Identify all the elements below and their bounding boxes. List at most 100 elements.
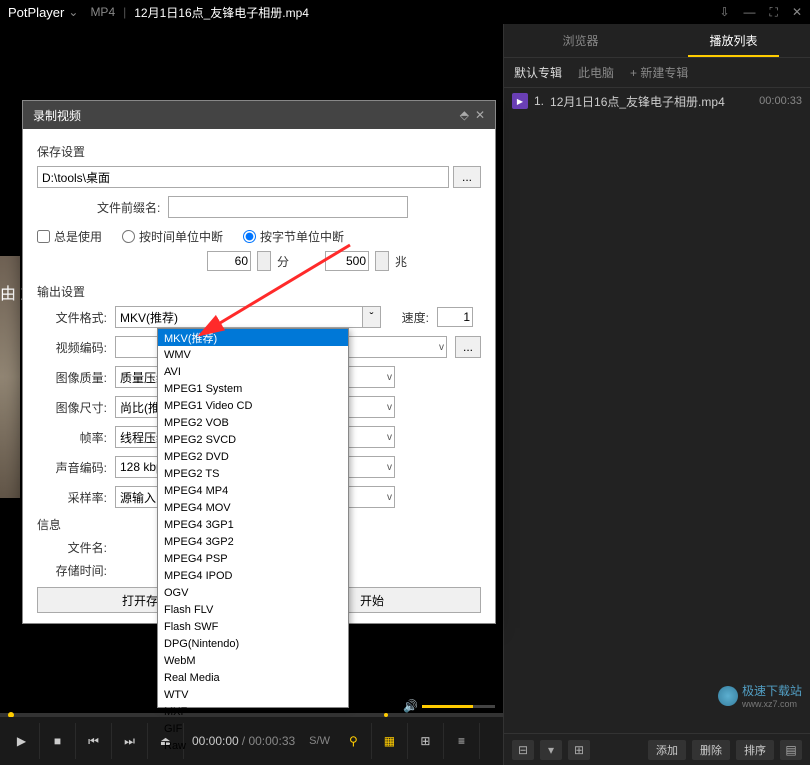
- speed-input[interactable]: [437, 307, 473, 327]
- output-section-label: 输出设置: [37, 283, 481, 300]
- format-option[interactable]: Real Media: [158, 669, 348, 686]
- path-input[interactable]: [37, 166, 449, 188]
- prefix-label: 文件前缀名:: [97, 199, 160, 216]
- byte-spinner[interactable]: [375, 251, 389, 271]
- divider: |: [123, 5, 126, 19]
- settings-button[interactable]: ⊞: [408, 723, 444, 759]
- fps-label: 帧率:: [37, 429, 107, 446]
- subtab-default[interactable]: 默认专辑: [514, 64, 562, 81]
- prev-button[interactable]: ⏮: [76, 723, 112, 759]
- format-option[interactable]: MXF: [158, 703, 348, 720]
- format-option[interactable]: MPEG4 3GP2: [158, 533, 348, 550]
- format-option[interactable]: MPEG2 VOB: [158, 414, 348, 431]
- time-unit: 分: [277, 253, 289, 270]
- format-option[interactable]: WTV: [158, 686, 348, 703]
- volume-bar: 🔊: [403, 697, 503, 715]
- format-option[interactable]: OGV: [158, 584, 348, 601]
- break-time-radio[interactable]: 按时间单位中断: [122, 228, 223, 245]
- format-option[interactable]: MPEG4 MP4: [158, 482, 348, 499]
- item-name: 12月1日16点_友锋电子相册.mp4: [550, 93, 725, 110]
- tab-playlist[interactable]: 播放列表: [657, 24, 810, 57]
- format-option[interactable]: MPEG2 SVCD: [158, 431, 348, 448]
- playlist-toolbar: ⊟ ▾ ⊞ 添加 删除 排序 ▤: [504, 733, 810, 765]
- close-icon[interactable]: ✕: [792, 5, 802, 20]
- stop-button[interactable]: ■: [40, 723, 76, 759]
- size-label: 图像尺寸:: [37, 399, 107, 416]
- item-num: 1.: [534, 94, 544, 108]
- dialog-title: 录制视频: [33, 107, 81, 124]
- app-name[interactable]: PotPlayer: [8, 5, 64, 20]
- format-option[interactable]: MPEG4 IPOD: [158, 567, 348, 584]
- format-badge: MP4: [90, 5, 115, 19]
- time-spinner[interactable]: [257, 251, 271, 271]
- fname-label: 文件名:: [37, 539, 107, 556]
- playlist-item[interactable]: ▶ 1. 12月1日16点_友锋电子相册.mp4 00:00:33: [504, 88, 810, 114]
- dialog-close-icon[interactable]: ✕: [475, 108, 485, 122]
- pl-btn-1[interactable]: ⊟: [512, 740, 534, 760]
- side-tabs: 浏览器 播放列表: [504, 24, 810, 58]
- pl-btn-3[interactable]: ⊞: [568, 740, 590, 760]
- side-panel: 浏览器 播放列表 默认专辑 此电脑 + 新建专辑 ▶ 1. 12月1日16点_友…: [503, 24, 810, 765]
- format-label: 文件格式:: [37, 309, 107, 326]
- format-option[interactable]: MKV(推荐): [158, 329, 348, 346]
- pin-icon[interactable]: ⇩: [719, 5, 729, 20]
- subtab-add[interactable]: + 新建专辑: [630, 64, 688, 81]
- format-option[interactable]: MPEG1 Video CD: [158, 397, 348, 414]
- venc-more[interactable]: ...: [455, 336, 481, 358]
- prefix-input[interactable]: [168, 196, 408, 218]
- format-option[interactable]: DPG(Nintendo): [158, 635, 348, 652]
- watermark-logo: [718, 686, 738, 706]
- next-button[interactable]: ⏭: [112, 723, 148, 759]
- rate-label: 采样率:: [37, 489, 107, 506]
- format-option[interactable]: MPEG2 TS: [158, 465, 348, 482]
- format-option[interactable]: GIF: [158, 720, 348, 737]
- file-title: 12月1日16点_友锋电子相册.mp4: [134, 4, 309, 21]
- format-dropdown[interactable]: MKV(推荐)WMVAVIMPEG1 SystemMPEG1 Video CDM…: [157, 328, 349, 708]
- maximize-icon[interactable]: ⛶: [770, 5, 778, 20]
- subtab-thispc[interactable]: 此电脑: [578, 64, 614, 81]
- minimize-icon[interactable]: —: [744, 5, 756, 20]
- titlebar: PotPlayer ⌄ MP4 | 12月1日16点_友锋电子相册.mp4 ⇩ …: [0, 0, 810, 24]
- list-button[interactable]: ▦: [372, 723, 408, 759]
- format-option[interactable]: MPEG1 System: [158, 380, 348, 397]
- format-option[interactable]: Flash FLV: [158, 601, 348, 618]
- browse-button[interactable]: ...: [453, 166, 481, 188]
- always-checkbox[interactable]: 总是使用: [37, 228, 102, 245]
- volume-track[interactable]: [422, 705, 495, 708]
- pl-add[interactable]: 添加: [648, 740, 686, 760]
- dialog-titlebar[interactable]: 录制视频 ⬘ ✕: [23, 101, 495, 129]
- format-option[interactable]: MPEG4 PSP: [158, 550, 348, 567]
- menu-button[interactable]: ≡: [444, 723, 480, 759]
- pl-btn-2[interactable]: ▾: [540, 740, 562, 760]
- watermark-name: 极速下载站: [742, 682, 802, 699]
- format-option[interactable]: WebM: [158, 652, 348, 669]
- pl-sort[interactable]: 排序: [736, 740, 774, 760]
- format-option[interactable]: AVI: [158, 363, 348, 380]
- pl-delete[interactable]: 删除: [692, 740, 730, 760]
- play-button[interactable]: ▶: [4, 723, 40, 759]
- format-option[interactable]: Flash SWF: [158, 618, 348, 635]
- media-icon: ▶: [512, 93, 528, 109]
- speed-label: 速度:: [389, 309, 429, 326]
- pl-btn-4[interactable]: ▤: [780, 740, 802, 760]
- format-option[interactable]: Raw: [158, 737, 348, 754]
- byte-unit: 兆: [395, 253, 407, 270]
- stime-label: 存储时间:: [37, 562, 107, 579]
- format-option[interactable]: WMV: [158, 346, 348, 363]
- break-byte-radio[interactable]: 按字节单位中断: [243, 228, 344, 245]
- tab-browser[interactable]: 浏览器: [504, 24, 657, 57]
- venc-label: 视频编码:: [37, 339, 107, 356]
- watermark-url: www.xz7.com: [742, 699, 802, 709]
- byte-num-input[interactable]: [325, 251, 369, 271]
- format-option[interactable]: MPEG4 3GP1: [158, 516, 348, 533]
- dialog-pin-icon[interactable]: ⬘: [460, 108, 469, 122]
- format-option[interactable]: MPEG4 MOV: [158, 499, 348, 516]
- window-buttons: ⇩ — ⛶ ✕: [719, 5, 802, 20]
- chevron-down-icon[interactable]: ⌄: [68, 5, 78, 19]
- format-combo[interactable]: MKV(推荐)ˇ: [115, 306, 381, 328]
- format-option[interactable]: MPEG2 DVD: [158, 448, 348, 465]
- chevron-icon[interactable]: ˇ: [362, 307, 380, 327]
- sub-tabs: 默认专辑 此电脑 + 新建专辑: [504, 58, 810, 88]
- volume-icon[interactable]: 🔊: [403, 699, 418, 713]
- time-num-input[interactable]: [207, 251, 251, 271]
